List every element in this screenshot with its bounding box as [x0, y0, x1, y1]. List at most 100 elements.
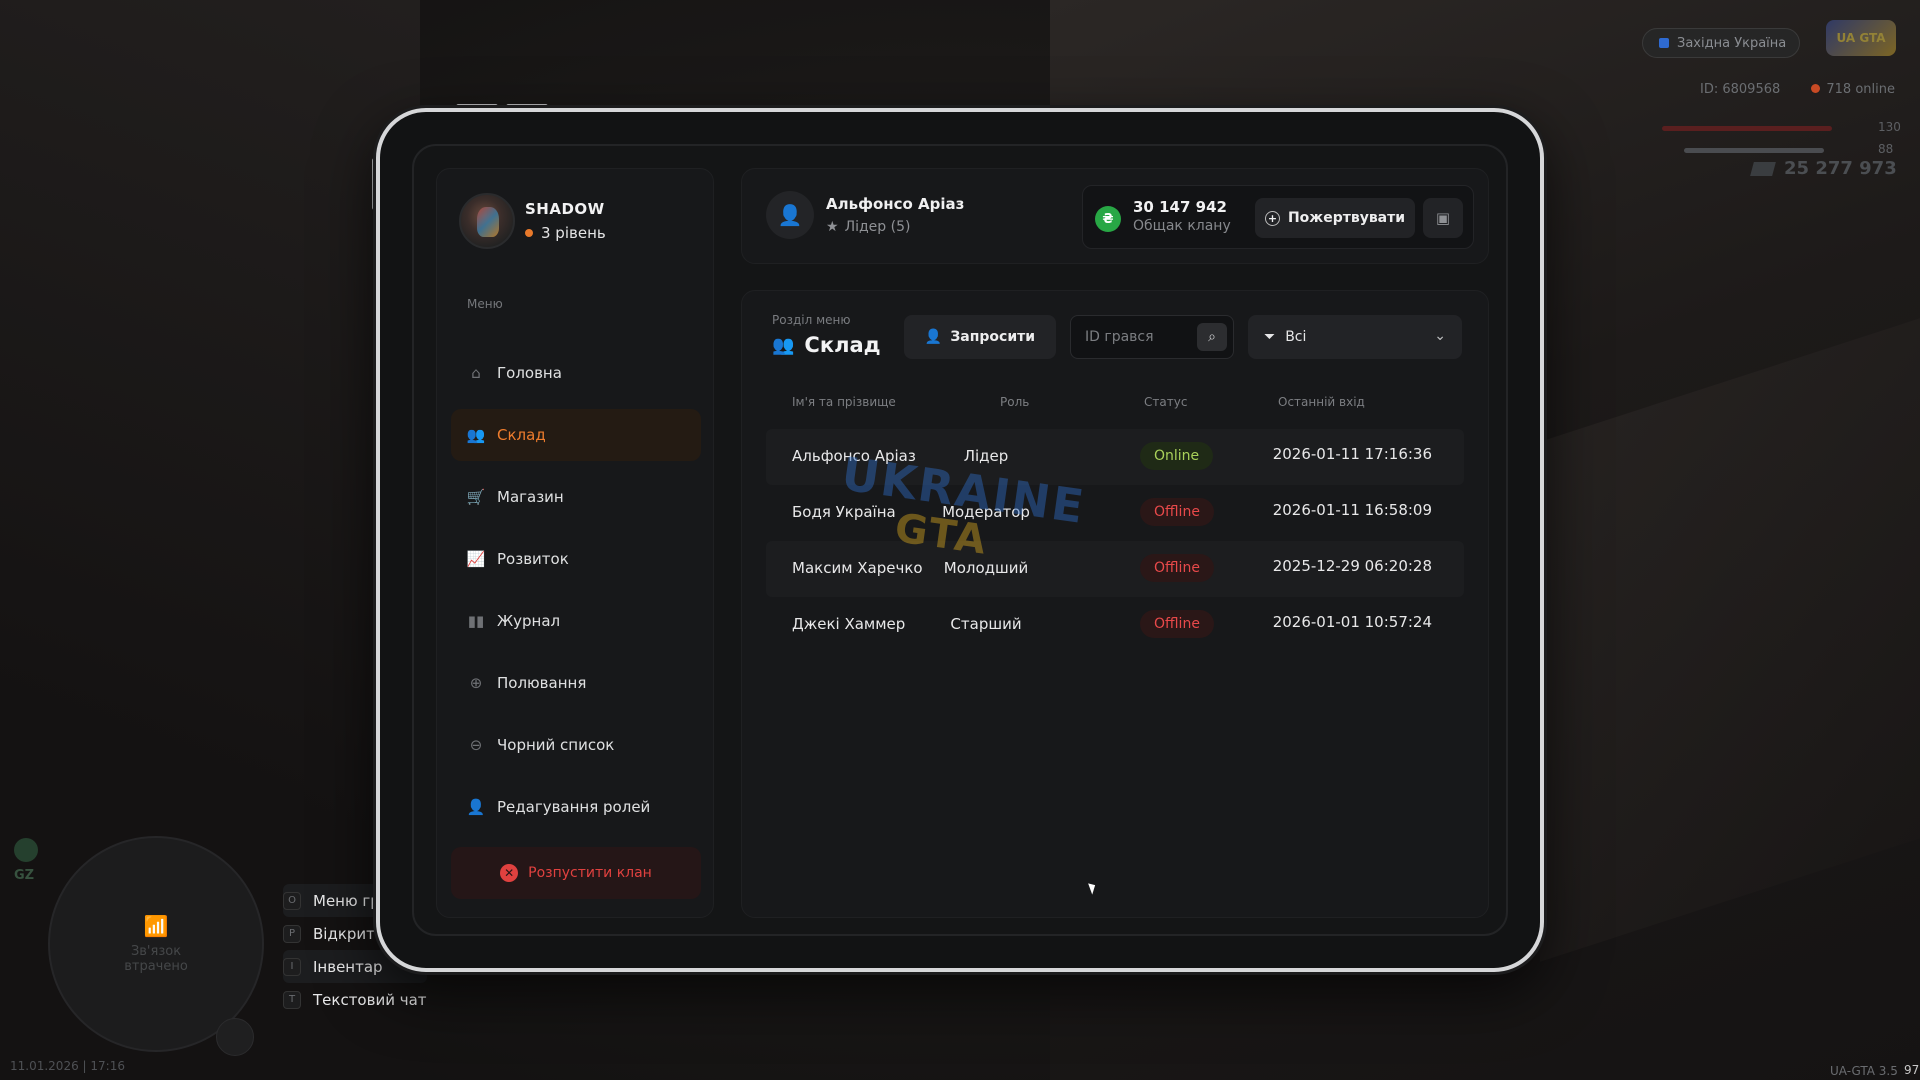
health-value: 130: [1878, 120, 1901, 134]
filter-icon: ⏷: [1264, 329, 1276, 345]
clan-level: 3 рівень: [525, 224, 606, 242]
member-name: Максим Харечко: [792, 559, 923, 577]
chart-icon: 📈: [466, 550, 486, 568]
member-name: Джекі Хаммер: [792, 615, 906, 633]
level-dot-icon: [525, 229, 533, 237]
money-value: 25 277 973: [1784, 158, 1897, 179]
server-flag-icon: [1659, 38, 1669, 48]
table-row[interactable]: Бодя Україна Модератор Offline 2026-01-1…: [766, 485, 1464, 541]
status-badge: Offline: [1140, 610, 1214, 638]
clan-avatar: [459, 193, 515, 249]
player-search: ⌕: [1070, 315, 1234, 359]
member-name: Бодя Україна: [792, 503, 896, 521]
archive-icon: ▣: [1435, 209, 1451, 227]
no-signal-icon: 📶: [143, 914, 169, 938]
key-hint: T Текстовий чат: [283, 983, 427, 1016]
sidebar-item-journal[interactable]: ▮▮ Журнал: [451, 595, 701, 647]
hryvnia-icon: ₴: [1095, 206, 1121, 232]
member-last-login: 2025-12-29 06:20:28: [1272, 557, 1432, 575]
member-last-login: 2026-01-11 17:16:36: [1272, 445, 1432, 463]
filter-value: Всі: [1285, 329, 1307, 345]
datetime: 11.01.2026 | 17:16: [10, 1059, 125, 1073]
menu-label: Меню: [467, 297, 503, 311]
chevron-down-icon: ⌄: [1434, 328, 1446, 344]
member-role: Старший: [950, 615, 1022, 633]
member-role: Молодший: [943, 559, 1029, 577]
status-badge: Online: [1140, 442, 1214, 470]
table-row[interactable]: Максим Харечко Молодший Offline 2025-12-…: [766, 541, 1464, 597]
tablet-screen: SHADOW 3 рівень Меню ⌂ Головна 👥 Склад 🛒…: [412, 144, 1508, 936]
block-icon: ⊖: [469, 736, 483, 754]
fps-counter: 97: [1904, 1063, 1920, 1077]
armor-value: 88: [1878, 142, 1894, 156]
user-icon: 👤: [766, 191, 814, 239]
disband-clan-button[interactable]: ✕ Розпустити клан: [451, 847, 701, 899]
basket-icon: 🛒: [466, 488, 486, 506]
member-last-login: 2026-01-11 16:58:09: [1272, 501, 1432, 519]
gang-zone-icon: [14, 838, 38, 862]
member-last-login: 2026-01-01 10:57:24: [1272, 613, 1432, 631]
user-edit-icon: 👤: [466, 798, 486, 816]
minimap-status: Зв'язок втрачено: [124, 944, 188, 974]
invite-button[interactable]: 👤 Запросити: [904, 315, 1056, 359]
crosshair-icon: ⊕: [469, 674, 483, 692]
microphone-icon[interactable]: [216, 1018, 254, 1056]
member-table: Альфонсо Аріаз Лідер Online 2026-01-11 1…: [766, 429, 1464, 653]
home-icon: ⌂: [471, 364, 481, 382]
table-row[interactable]: Альфонсо Аріаз Лідер Online 2026-01-11 1…: [766, 429, 1464, 485]
column-name: Ім'я та прізвище: [792, 395, 896, 409]
donate-button[interactable]: + Пожертвувати: [1255, 198, 1415, 238]
money-display: 25 277 973: [1750, 158, 1897, 179]
search-icon: ⌕: [1208, 329, 1216, 345]
search-button[interactable]: ⌕: [1197, 323, 1227, 351]
sidebar: SHADOW 3 рівень Меню ⌂ Головна 👥 Склад 🛒…: [436, 168, 714, 918]
sidebar-item-roster[interactable]: 👥 Склад: [451, 409, 701, 461]
plus-circle-icon: +: [1264, 210, 1280, 226]
section-subtitle: Розділ меню: [772, 313, 851, 327]
roster-panel: Розділ меню 👥 Склад 👤 Запросити ⌕ ⏷ Всі …: [741, 290, 1489, 918]
table-row[interactable]: Джекі Хаммер Старший Offline 2026-01-01 …: [766, 597, 1464, 653]
people-icon: 👥: [772, 334, 795, 356]
clan-name: SHADOW: [525, 200, 605, 218]
clan-header-card: 👤 Альфонсо Аріаз ★ Лідер (5) ₴ 30 147 94…: [741, 168, 1489, 264]
server-badge: Західна Україна: [1642, 28, 1800, 58]
column-status: Статус: [1144, 395, 1188, 409]
gang-zone-label: GZ: [14, 868, 35, 883]
status-badge: Offline: [1140, 554, 1214, 582]
people-icon: 👥: [466, 426, 486, 444]
book-icon: ▮▮: [467, 612, 485, 630]
server-name: Західна Україна: [1677, 35, 1787, 51]
member-name: Альфонсо Аріаз: [792, 447, 916, 465]
sidebar-item-blacklist[interactable]: ⊖ Чорний список: [451, 719, 701, 771]
status-filter-dropdown[interactable]: ⏷ Всі ⌄: [1248, 315, 1462, 359]
player-id: ID: 6809568: [1700, 82, 1781, 97]
player-info: ID: 6809568 718 online: [1700, 82, 1895, 97]
status-badge: Offline: [1140, 498, 1214, 526]
archive-button[interactable]: ▣: [1423, 198, 1463, 238]
sidebar-item-hunting[interactable]: ⊕ Полювання: [451, 657, 701, 709]
bank-label: Общак клану: [1133, 218, 1231, 234]
money-icon: [1750, 161, 1776, 176]
sidebar-item-shop[interactable]: 🛒 Магазин: [451, 471, 701, 523]
bank-amount: 30 147 942: [1133, 198, 1227, 216]
sidebar-item-development[interactable]: 📈 Розвиток: [451, 533, 701, 585]
star-icon: ★: [826, 219, 839, 235]
search-input[interactable]: [1071, 316, 1191, 358]
online-count: 718 online: [1811, 82, 1895, 97]
sidebar-item-home[interactable]: ⌂ Головна: [451, 347, 701, 399]
close-circle-icon: ✕: [500, 864, 519, 882]
sidebar-menu: ⌂ Головна 👥 Склад 🛒 Магазин 📈 Розвиток ▮…: [451, 347, 701, 843]
game-logo: UA GTA: [1826, 20, 1896, 56]
leader-role: ★ Лідер (5): [826, 219, 911, 235]
leader-name: Альфонсо Аріаз: [826, 195, 965, 213]
member-role: Лідер: [963, 447, 1009, 465]
section-title: 👥 Склад: [772, 333, 881, 357]
add-user-icon: 👤: [924, 329, 943, 345]
online-icon: [1811, 84, 1821, 93]
armor-bar: [1684, 148, 1824, 153]
sidebar-item-role-editing[interactable]: 👤 Редагування ролей: [451, 781, 701, 833]
leader-info: 👤 Альфонсо Аріаз ★ Лідер (5): [766, 191, 964, 239]
clan-bank: ₴ 30 147 942 Общак клану + Пожертвувати …: [1082, 185, 1474, 249]
column-last-login: Останній вхід: [1278, 395, 1365, 409]
version-label: UA-GTA 3.5: [1830, 1064, 1898, 1078]
